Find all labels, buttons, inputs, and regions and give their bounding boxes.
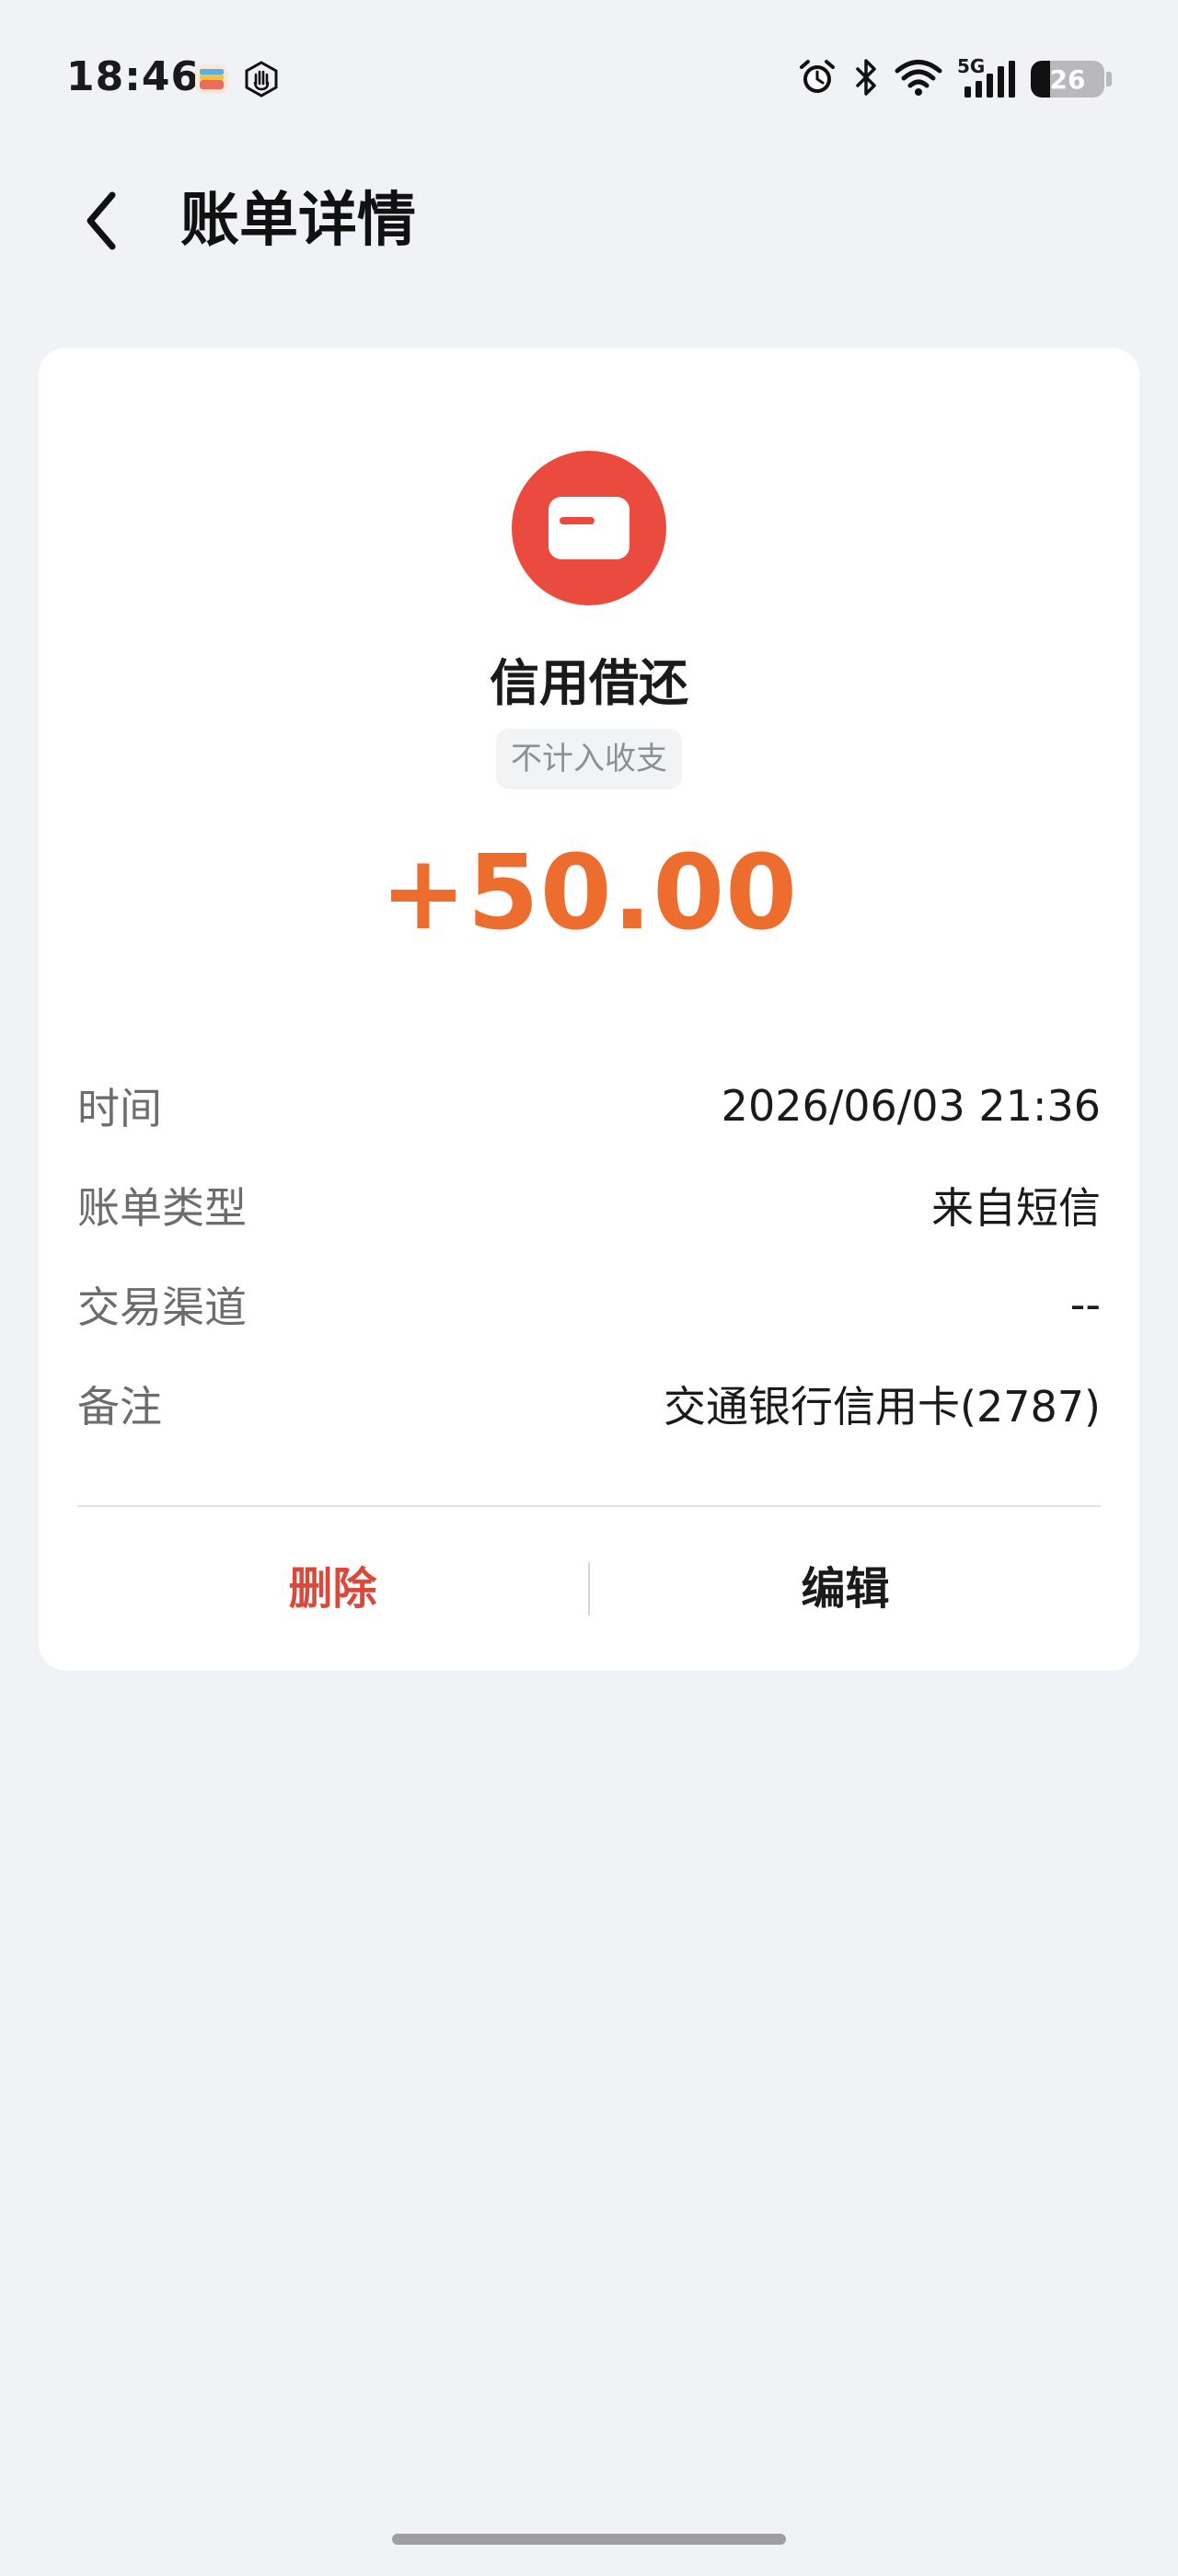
category-icon-badge	[512, 451, 666, 605]
amount: +50.00	[379, 834, 799, 953]
detail-label: 账单类型	[77, 1183, 247, 1233]
edit-button[interactable]: 编辑	[590, 1552, 1101, 1626]
detail-value: 2026/06/03 21:36	[721, 1081, 1101, 1131]
bluetooth-icon	[852, 57, 880, 101]
status-time: 18:46	[66, 53, 201, 100]
wallet-app-icon	[193, 61, 230, 98]
detail-value: 交通银行信用卡(2787)	[664, 1382, 1101, 1432]
bill-detail-screen: 18:46 5G 26 账单详情 信用借还 不计入收支 +50.00 时间 20…	[0, 0, 1178, 2576]
battery-level: 26	[1049, 63, 1086, 95]
detail-list: 时间 2026/06/03 21:36 账单类型 来自短信 交易渠道 -- 备注…	[77, 1056, 1101, 1454]
detail-label: 交易渠道	[77, 1282, 247, 1332]
detail-label: 备注	[77, 1382, 162, 1432]
detail-row-channel: 交易渠道 --	[77, 1255, 1101, 1354]
wifi-icon	[895, 57, 942, 101]
header: 账单详情	[0, 166, 1178, 276]
detail-row-note: 备注 交通银行信用卡(2787)	[77, 1354, 1101, 1454]
delete-button[interactable]: 删除	[77, 1552, 588, 1626]
signal-icon: 5G	[957, 57, 1016, 99]
status-icons: 5G 26	[797, 57, 1112, 101]
detail-row-time: 时间 2026/06/03 21:36	[77, 1056, 1101, 1156]
tag-row: 不计入收支	[39, 729, 1139, 789]
status-bar: 18:46 5G 26	[0, 0, 1178, 156]
battery-icon: 26	[1031, 61, 1112, 98]
chevron-left-icon	[87, 191, 116, 250]
alarm-icon	[797, 57, 837, 101]
card-icon	[549, 497, 629, 559]
back-button[interactable]	[64, 184, 138, 258]
bill-card: 信用借还 不计入收支 +50.00 时间 2026/06/03 21:36 账单…	[39, 348, 1139, 1671]
exclude-tag: 不计入收支	[496, 729, 682, 789]
category-name: 信用借还	[490, 654, 688, 712]
detail-label: 时间	[77, 1084, 162, 1133]
hand-icon	[243, 61, 280, 98]
detail-value: 来自短信	[931, 1183, 1101, 1233]
detail-value: --	[1069, 1280, 1101, 1329]
page-title: 账单详情	[180, 187, 416, 255]
home-indicator[interactable]	[392, 2534, 786, 2545]
action-bar: 删除 编辑	[77, 1507, 1101, 1671]
detail-row-type: 账单类型 来自短信	[77, 1156, 1101, 1255]
